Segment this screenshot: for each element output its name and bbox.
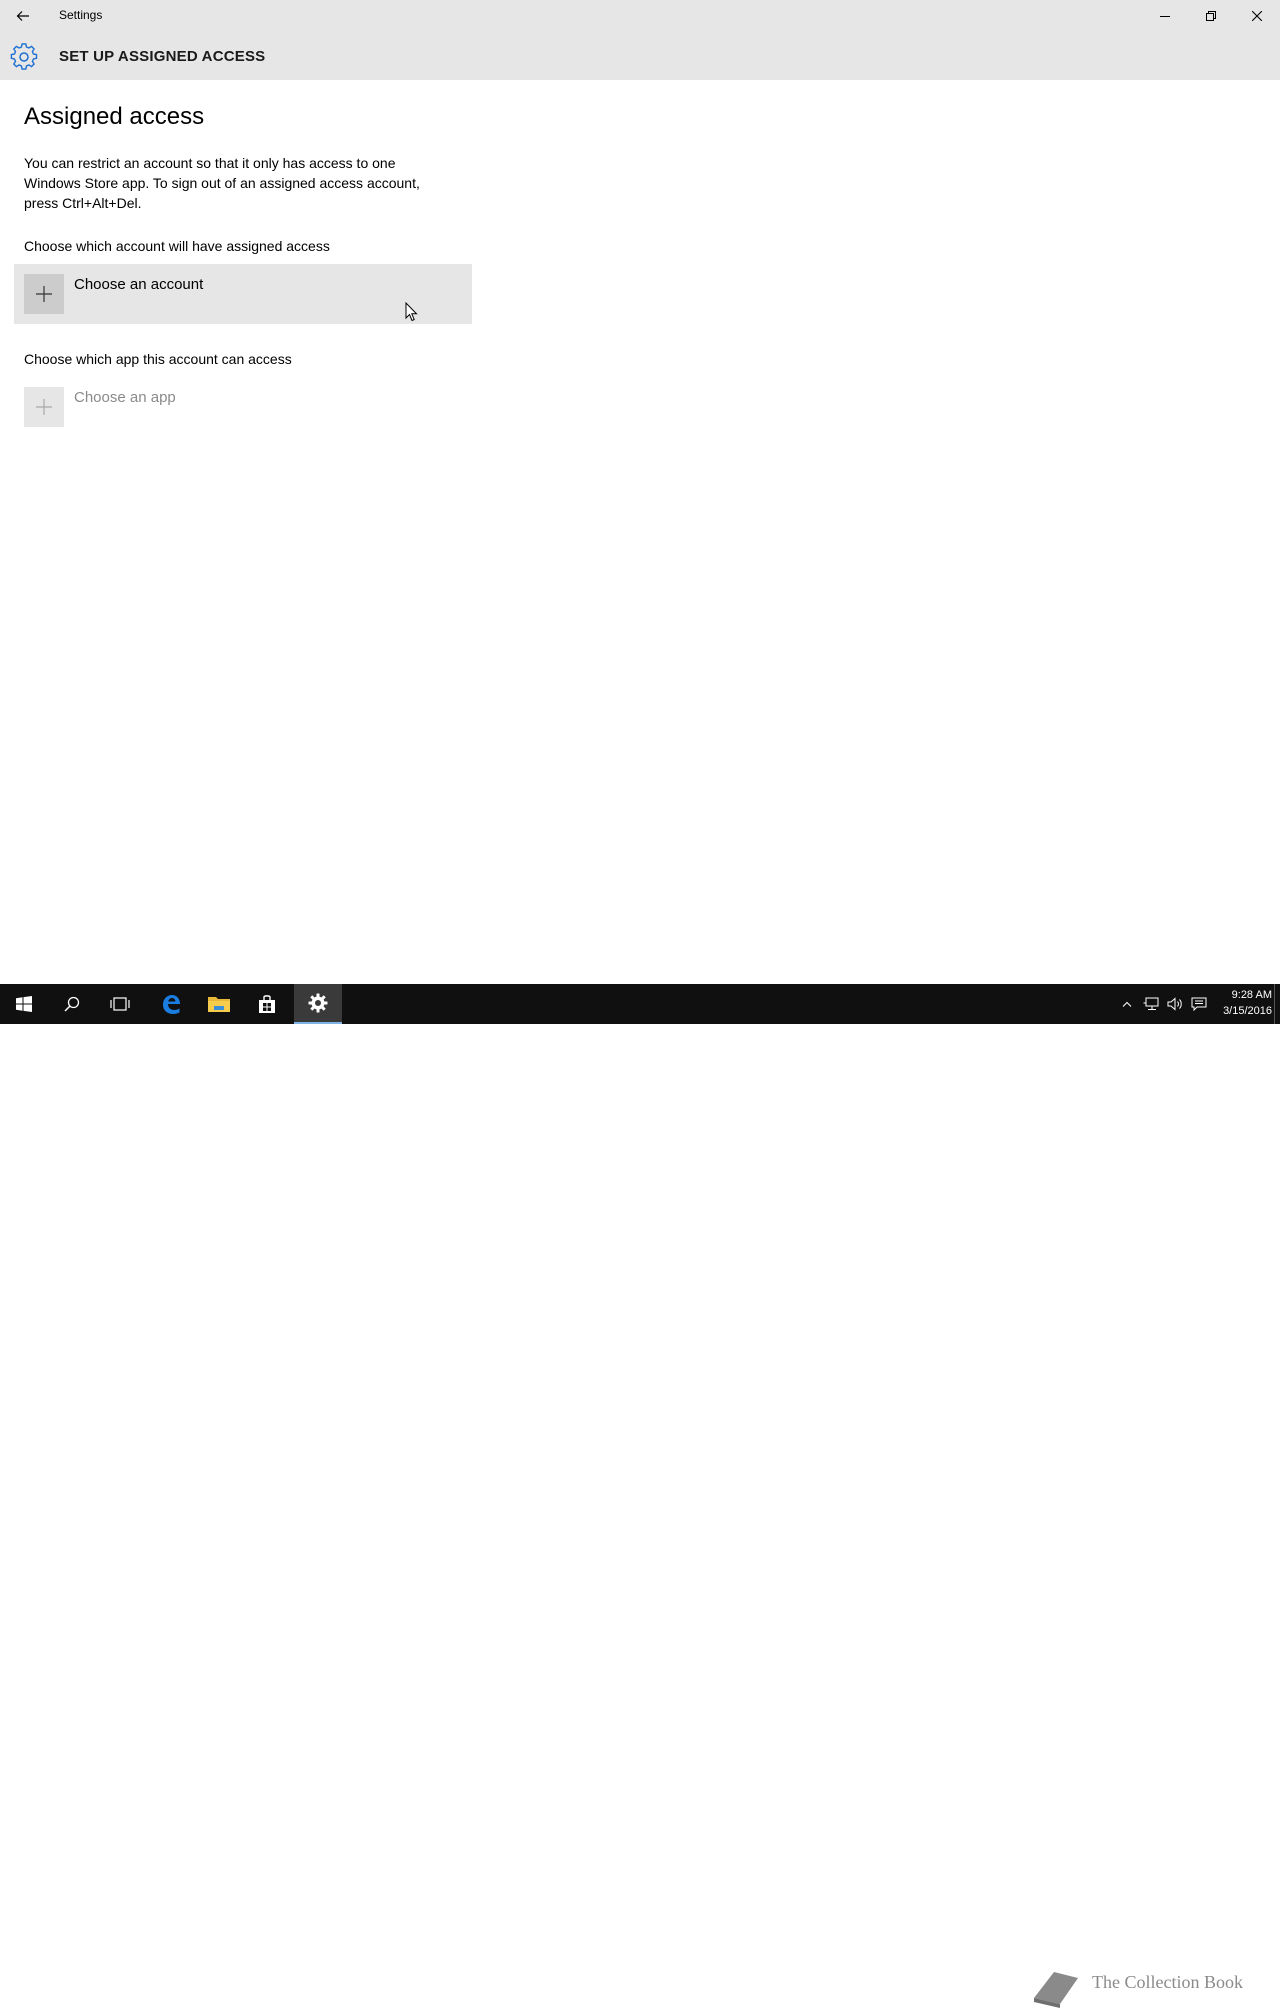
mouse-cursor-icon bbox=[405, 302, 418, 322]
network-button[interactable] bbox=[1140, 984, 1162, 1024]
edge-icon bbox=[163, 995, 180, 1014]
title-bar: Settings bbox=[0, 0, 1280, 32]
back-button[interactable] bbox=[0, 0, 46, 32]
account-section-label: Choose which account will have assigned … bbox=[24, 238, 330, 254]
watermark-text: The Collection Book bbox=[1092, 1972, 1243, 1992]
start-icon bbox=[16, 996, 32, 1012]
restore-icon bbox=[1206, 11, 1216, 21]
file-explorer-button[interactable] bbox=[195, 984, 243, 1024]
plus-icon bbox=[36, 399, 52, 415]
search-button[interactable] bbox=[48, 984, 96, 1024]
volume-button[interactable] bbox=[1164, 984, 1186, 1024]
action-center-icon bbox=[1191, 997, 1207, 1011]
settings-icon bbox=[308, 993, 328, 1013]
watermark: The Collection Book bbox=[1030, 1968, 1243, 2008]
back-arrow-icon bbox=[16, 11, 29, 21]
close-button[interactable] bbox=[1234, 0, 1280, 32]
search-icon bbox=[64, 996, 80, 1012]
show-hidden-icons-button[interactable] bbox=[1118, 984, 1136, 1024]
clock-date: 3/15/2016 bbox=[1223, 1005, 1272, 1017]
add-account-tile bbox=[24, 274, 64, 314]
plus-icon bbox=[36, 286, 52, 302]
volume-icon bbox=[1167, 997, 1182, 1011]
header-title: SET UP ASSIGNED ACCESS bbox=[59, 48, 266, 65]
minimize-button[interactable] bbox=[1142, 0, 1188, 32]
gear-icon bbox=[10, 43, 38, 70]
settings-taskbar-button[interactable] bbox=[294, 984, 342, 1024]
store-icon bbox=[259, 995, 275, 1013]
page-title: Assigned access bbox=[24, 103, 205, 130]
task-view-button[interactable] bbox=[96, 984, 144, 1024]
file-explorer-icon bbox=[208, 997, 230, 1012]
show-desktop-button[interactable] bbox=[1274, 984, 1280, 1024]
description-text: You can restrict an account so that it o… bbox=[24, 155, 420, 211]
close-icon bbox=[1252, 11, 1262, 21]
network-icon bbox=[1143, 997, 1159, 1010]
window-title: Settings bbox=[59, 8, 103, 22]
app-section-label: Choose which app this account can access bbox=[24, 351, 292, 367]
clock-time: 9:28 AM bbox=[1231, 989, 1272, 1001]
choose-account-label: Choose an account bbox=[74, 276, 204, 293]
choose-app-label: Choose an app bbox=[74, 389, 176, 406]
chevron-up-icon bbox=[1122, 1001, 1132, 1007]
edge-button[interactable] bbox=[147, 984, 195, 1024]
store-button[interactable] bbox=[243, 984, 291, 1024]
start-button[interactable] bbox=[0, 984, 48, 1024]
minimize-icon bbox=[1160, 16, 1170, 17]
choose-app-button[interactable]: Choose an app bbox=[24, 387, 324, 427]
restore-button[interactable] bbox=[1188, 0, 1234, 32]
settings-header: SET UP ASSIGNED ACCESS bbox=[0, 32, 1280, 80]
taskbar-clock[interactable]: 9:28 AM 3/15/2016 bbox=[1212, 987, 1272, 1019]
choose-account-button[interactable]: Choose an account bbox=[14, 264, 472, 324]
task-view-icon bbox=[110, 997, 130, 1011]
action-center-button[interactable] bbox=[1188, 984, 1210, 1024]
taskbar: The Collection Book 9:28 AM 3/15/2016 bbox=[0, 984, 1280, 2008]
book-logo-icon bbox=[1034, 1972, 1078, 2008]
add-app-tile bbox=[24, 387, 64, 427]
